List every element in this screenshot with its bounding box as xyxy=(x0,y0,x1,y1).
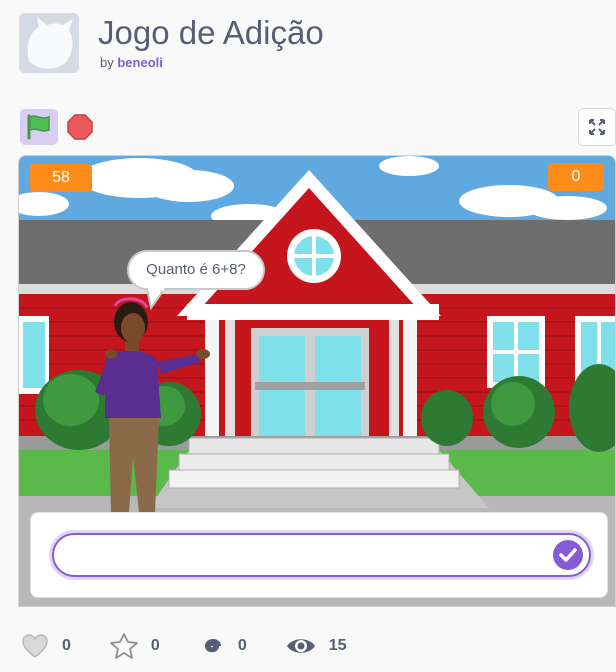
remix-count: 0 xyxy=(237,637,247,654)
stop-button[interactable] xyxy=(64,111,96,143)
ask-prompt-panel xyxy=(30,512,608,598)
stop-sign-icon xyxy=(67,114,93,140)
project-stage[interactable]: 58 0 Quanto é 6+8? xyxy=(18,155,616,607)
score-monitor: 0 xyxy=(548,163,604,191)
submit-answer-button[interactable] xyxy=(553,540,583,570)
heart-icon xyxy=(22,634,48,658)
author-avatar[interactable] xyxy=(19,13,79,73)
views-count: 15 xyxy=(328,637,347,654)
by-label: by xyxy=(100,55,114,70)
author-link[interactable]: beneoli xyxy=(117,55,163,70)
project-byline: by beneoli xyxy=(100,55,163,70)
eye-icon xyxy=(286,639,315,653)
star-icon xyxy=(110,633,138,659)
answer-input-wrapper xyxy=(52,533,591,577)
love-stat[interactable]: 0 xyxy=(20,632,71,660)
speech-bubble-tail xyxy=(145,288,167,310)
speech-bubble: Quanto é 6+8? xyxy=(127,250,265,290)
views-stat: 15 xyxy=(285,634,347,658)
favorite-stat[interactable]: 0 xyxy=(109,632,160,660)
love-count: 0 xyxy=(62,637,71,654)
check-icon xyxy=(559,548,577,562)
remix-stat: 0 xyxy=(198,632,247,660)
fullscreen-icon xyxy=(589,119,605,135)
green-flag-icon xyxy=(27,114,50,140)
green-flag-button[interactable] xyxy=(20,109,58,145)
answer-input[interactable] xyxy=(68,542,542,570)
favorite-count: 0 xyxy=(150,637,160,654)
fullscreen-button[interactable] xyxy=(578,108,616,146)
project-stats: 0 0 0 15 xyxy=(20,628,385,664)
project-title: Jogo de Adição xyxy=(98,14,324,51)
timer-monitor: 58 xyxy=(30,164,92,192)
remix-spiral-icon xyxy=(204,639,221,653)
